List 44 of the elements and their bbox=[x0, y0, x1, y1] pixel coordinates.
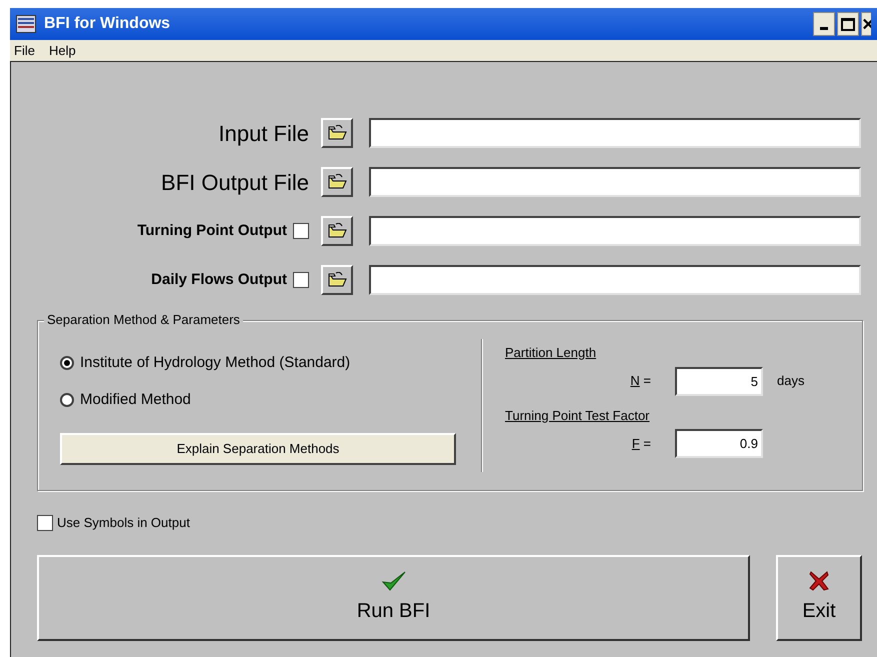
file-path-field[interactable] bbox=[369, 118, 861, 148]
app-icon bbox=[16, 15, 36, 33]
unit-label: days bbox=[777, 372, 804, 390]
group-title: Separation Method & Parameters bbox=[44, 312, 243, 328]
checkbox-label: Use Symbols in Output bbox=[57, 514, 190, 532]
folder-icon bbox=[327, 125, 347, 141]
file-label: BFI Output File bbox=[161, 168, 309, 197]
browse-button[interactable] bbox=[321, 216, 353, 246]
exit-button[interactable]: Exit bbox=[776, 554, 862, 640]
browse-button[interactable] bbox=[321, 167, 353, 197]
file-label: Input File bbox=[218, 120, 309, 148]
param-symbol: F = bbox=[630, 434, 652, 453]
minimize-button[interactable] bbox=[813, 12, 835, 36]
param-heading: Turning Point Test Factor bbox=[505, 406, 651, 425]
checkbox[interactable] bbox=[37, 514, 53, 531]
file-path-field[interactable] bbox=[369, 265, 861, 295]
file-path-field[interactable] bbox=[369, 216, 861, 246]
maximize-button[interactable] bbox=[837, 12, 859, 36]
browse-button[interactable] bbox=[321, 118, 353, 148]
folder-icon bbox=[327, 223, 347, 239]
param-symbol: N = bbox=[629, 372, 652, 390]
close-button[interactable] bbox=[861, 12, 871, 36]
param-field[interactable]: 5 bbox=[675, 366, 763, 396]
run-button[interactable]: Run BFI bbox=[37, 554, 750, 640]
x-icon bbox=[808, 570, 830, 592]
file-label: Daily Flows Output bbox=[151, 270, 287, 290]
checkbox[interactable] bbox=[293, 272, 309, 288]
radio-label: Institute of Hydrology Method (Standard) bbox=[80, 352, 350, 373]
radio-button[interactable] bbox=[60, 356, 74, 370]
param-heading: Partition Length bbox=[505, 344, 598, 362]
radio-label: Modified Method bbox=[80, 390, 191, 410]
file-path-field[interactable] bbox=[369, 167, 861, 197]
explain-button[interactable]: Explain Separation Methods bbox=[60, 433, 456, 465]
param-field[interactable]: 0.9 bbox=[675, 429, 763, 458]
radio-button[interactable] bbox=[60, 393, 74, 407]
file-label: Turning Point Output bbox=[137, 220, 287, 241]
browse-button[interactable] bbox=[321, 265, 353, 295]
checkbox[interactable] bbox=[293, 223, 309, 239]
window-title: BFI for Windows bbox=[44, 14, 172, 34]
folder-icon bbox=[327, 272, 347, 288]
menu-item[interactable]: Help bbox=[44, 40, 80, 60]
menu-item[interactable]: File bbox=[10, 40, 39, 60]
folder-icon bbox=[327, 174, 347, 190]
checkmark-icon bbox=[380, 570, 406, 592]
